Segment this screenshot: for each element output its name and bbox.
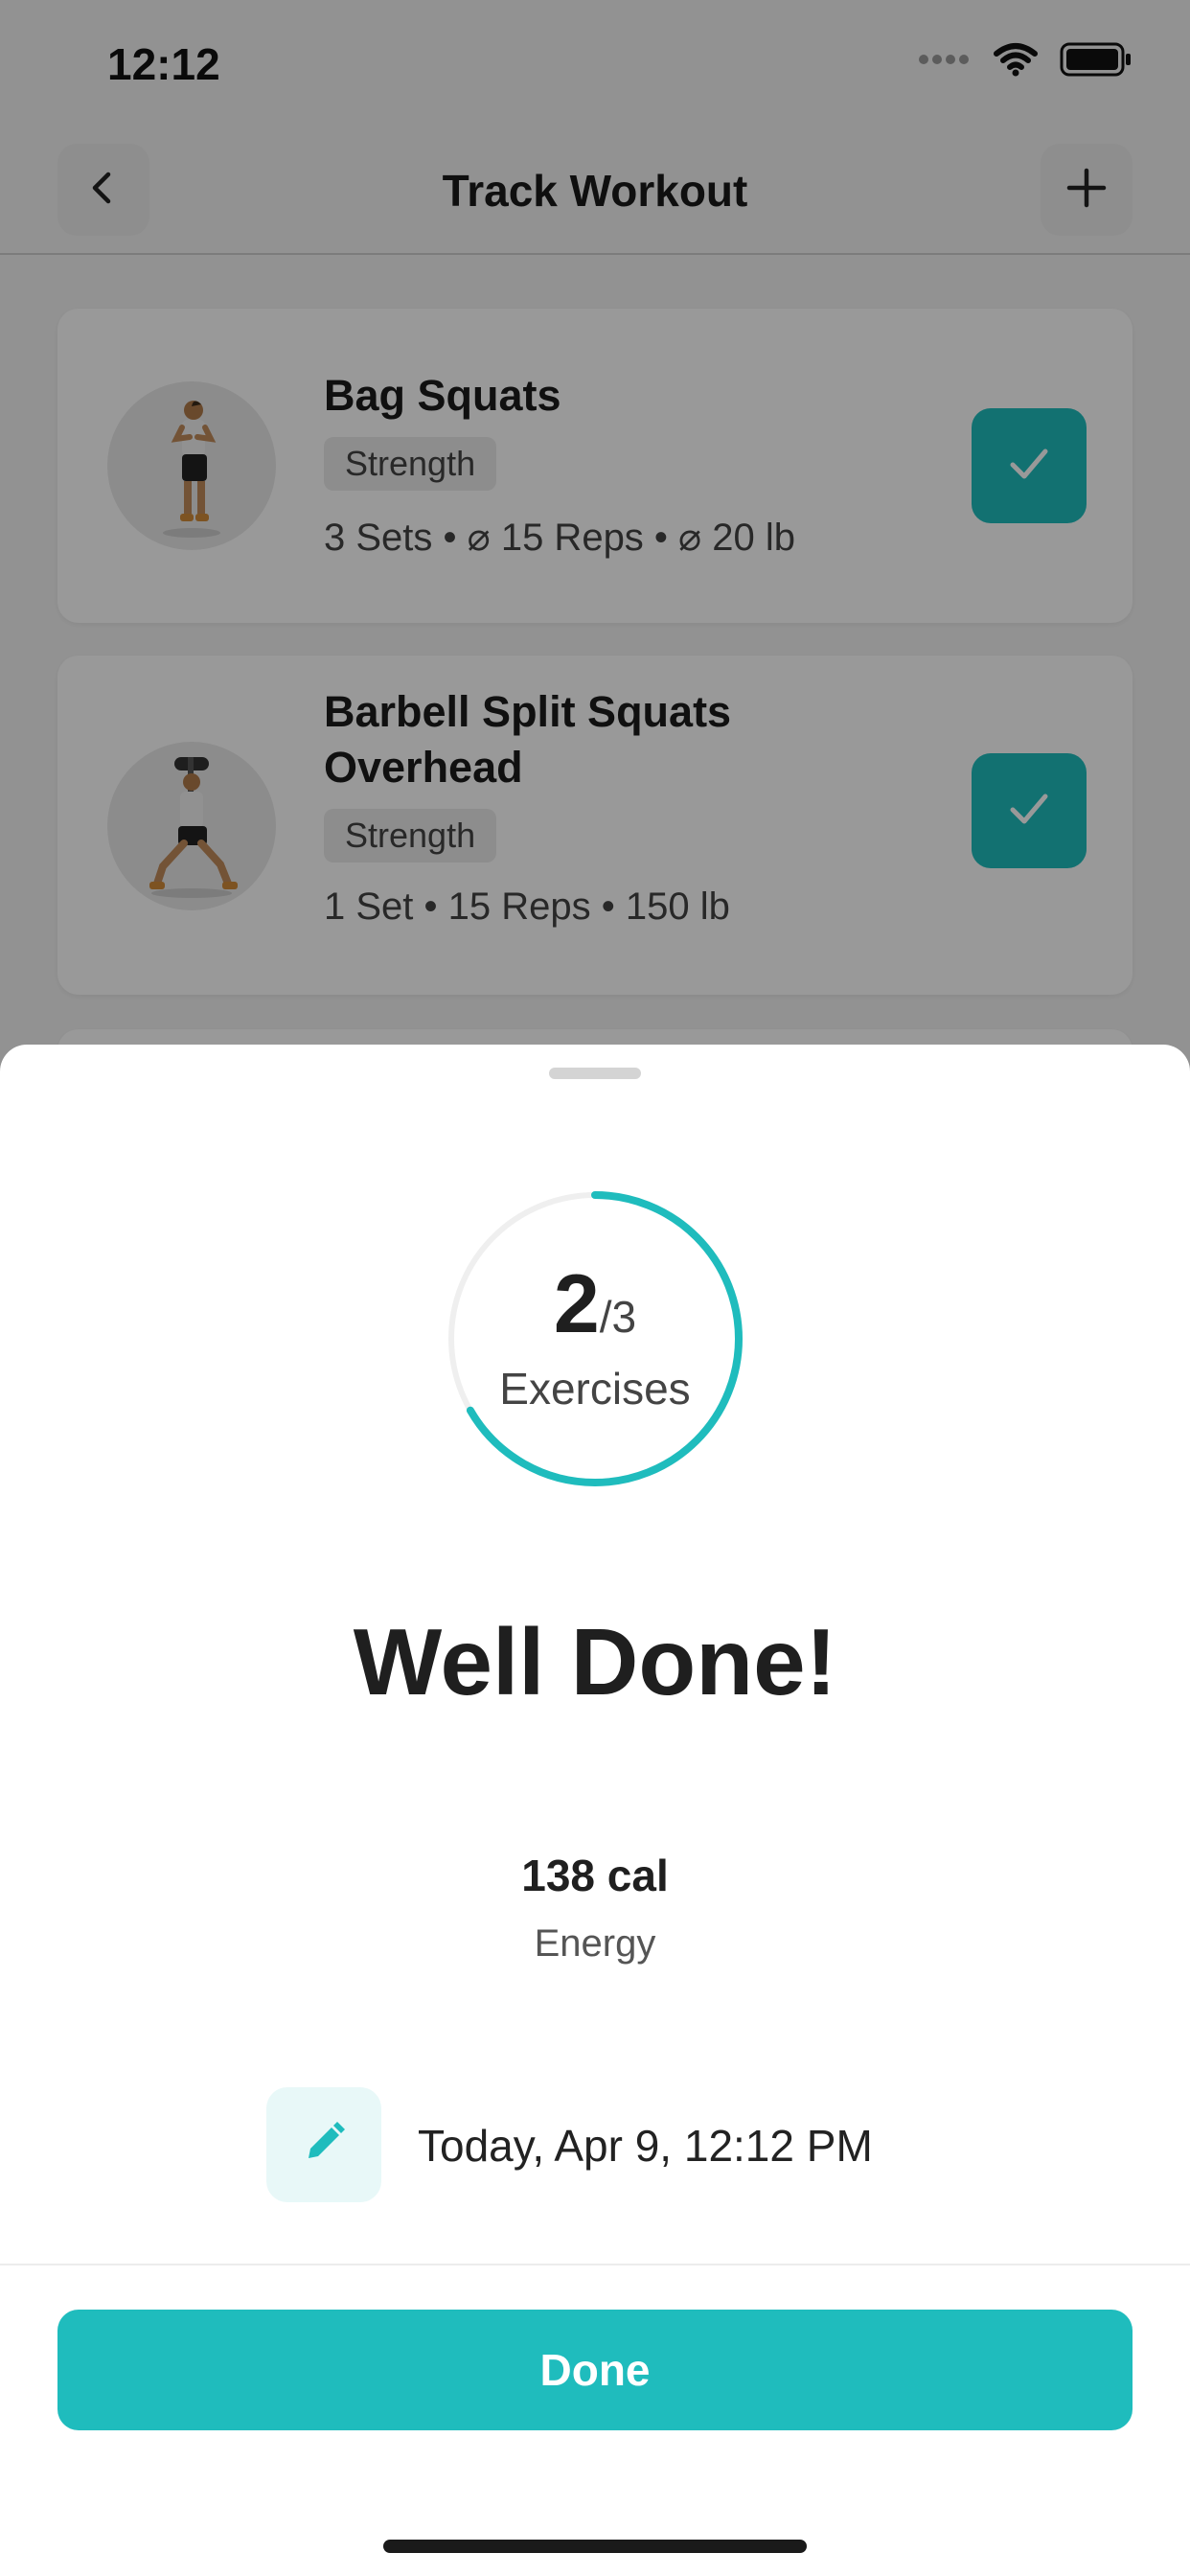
total-count: /3 <box>599 1292 637 1342</box>
edit-date-button[interactable] <box>266 2087 381 2202</box>
energy-label: Energy <box>534 1922 656 1965</box>
workout-date: Today, Apr 9, 12:12 PM <box>418 2121 873 2171</box>
divider <box>0 2264 1190 2266</box>
sheet-grabber[interactable] <box>549 1068 641 1079</box>
energy-value: 138 cal <box>521 1851 669 1900</box>
progress-count: 2/3 <box>446 1257 744 1352</box>
exercise-progress-ring: 2/3 Exercises <box>446 1190 744 1487</box>
completion-headline: Well Done! <box>353 1609 837 1714</box>
pencil-icon <box>299 2118 349 2173</box>
progress-label: Exercises <box>499 1364 691 1414</box>
completed-count: 2 <box>553 1258 600 1350</box>
done-button[interactable]: Done <box>57 2310 1133 2430</box>
done-button-label: Done <box>539 2345 651 2395</box>
home-indicator <box>383 2540 807 2553</box>
workout-summary-sheet: 2/3 Exercises Well Done! 138 cal Energy … <box>0 1045 1190 2576</box>
